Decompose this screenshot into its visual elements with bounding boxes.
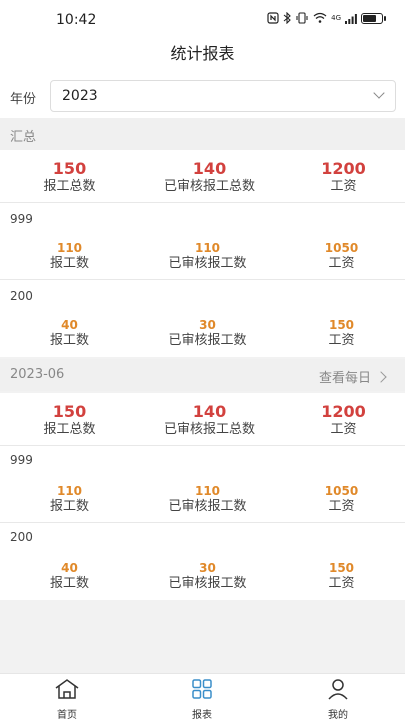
status-icons: 4G xyxy=(267,12,386,24)
tab-profile[interactable]: 我的 xyxy=(298,678,378,720)
nfc-icon xyxy=(267,12,279,24)
year-filter: 年份 2023 xyxy=(0,76,405,118)
header: 统计报表 xyxy=(0,40,405,76)
page-title: 统计报表 xyxy=(170,44,235,63)
status-bar: 10:42 4G xyxy=(0,0,405,40)
network-type: 4G xyxy=(331,14,341,22)
month-total-reports: 150 报工总数 xyxy=(43,402,96,438)
tab-home[interactable]: 首页 xyxy=(27,678,107,720)
summary-section-header: 汇总 xyxy=(0,118,405,150)
group-wage: 150 工资 xyxy=(328,318,355,348)
group-approved-count: 110 已审核报工数 xyxy=(168,241,247,271)
summary-title: 汇总 xyxy=(10,130,37,145)
group-name: 999 xyxy=(10,212,33,226)
group-approved-count: 110 已审核报工数 xyxy=(168,484,247,514)
month-title: 2023-06 xyxy=(10,367,65,382)
grid-icon xyxy=(192,679,212,699)
chevron-down-icon xyxy=(373,87,385,99)
chevron-right-icon xyxy=(375,370,387,383)
group-report-count: 110 报工数 xyxy=(49,241,89,271)
group-wage: 150 工资 xyxy=(328,561,355,591)
group-name: 999 xyxy=(10,453,33,467)
month-group-row: 200 40 报工数 30 已审核报工数 150 工资 xyxy=(0,523,405,600)
group-wage: 1050 工资 xyxy=(324,241,359,271)
status-time: 10:42 xyxy=(56,12,97,28)
group-approved-count: 30 已审核报工数 xyxy=(168,561,247,591)
group-report-count: 40 报工数 xyxy=(49,318,89,348)
bottom-tab-bar: 首页 报表 我的 xyxy=(0,673,405,720)
year-label: 年份 xyxy=(10,92,37,107)
vibrate-icon xyxy=(296,12,308,24)
year-select[interactable]: 2023 xyxy=(50,80,396,112)
group-name: 200 xyxy=(10,289,33,303)
view-daily-label: 查看每日 xyxy=(318,371,371,386)
signal-icon xyxy=(345,13,357,24)
battery-icon xyxy=(361,12,386,24)
summary-totals: 150 报工总数 140 已审核报工总数 1200 工资 xyxy=(0,150,405,202)
month-approved-reports: 140 已审核报工总数 xyxy=(163,402,255,438)
month-totals: 150 报工总数 140 已审核报工总数 1200 工资 xyxy=(0,393,405,445)
month-section-header: 2023-06 查看每日 xyxy=(0,359,405,391)
home-icon xyxy=(55,679,79,699)
month-group-row: 999 110 报工数 110 已审核报工数 1050 工资 xyxy=(0,446,405,522)
group-wage: 1050 工资 xyxy=(324,484,359,514)
wifi-icon xyxy=(313,12,327,23)
user-icon xyxy=(328,679,348,700)
group-report-count: 110 报工数 xyxy=(49,484,89,514)
summary-approved-reports: 140 已审核报工总数 xyxy=(163,159,255,195)
summary-group-row: 200 40 报工数 30 已审核报工数 150 工资 xyxy=(0,280,405,357)
view-daily-link[interactable]: 查看每日 xyxy=(319,367,389,386)
summary-total-reports: 150 报工总数 xyxy=(43,159,96,195)
year-value: 2023 xyxy=(62,88,98,104)
summary-wage: 1200 工资 xyxy=(321,159,366,195)
group-name: 200 xyxy=(10,530,33,544)
summary-group-row: 999 110 报工数 110 已审核报工数 1050 工资 xyxy=(0,203,405,279)
group-report-count: 40 报工数 xyxy=(49,561,89,591)
tab-reports[interactable]: 报表 xyxy=(162,678,242,720)
month-wage: 1200 工资 xyxy=(321,402,366,438)
group-approved-count: 30 已审核报工数 xyxy=(168,318,247,348)
bluetooth-icon xyxy=(283,12,291,24)
